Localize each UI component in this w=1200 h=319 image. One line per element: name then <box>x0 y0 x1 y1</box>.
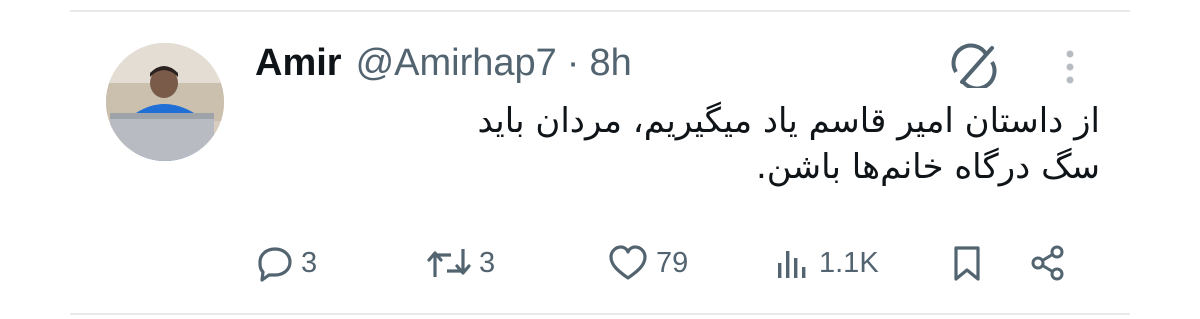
tweet-text: از داستان امیر قاسم یاد میگیریم، مردان ب… <box>340 98 1100 190</box>
like-count: 79 <box>656 246 689 279</box>
action-bar: 3 3 79 1.1K <box>0 238 1200 288</box>
share-button[interactable] <box>1028 238 1068 288</box>
bookmark-button[interactable] <box>947 238 987 288</box>
retweet-icon <box>425 243 473 283</box>
share-icon <box>1028 243 1068 283</box>
reply-button[interactable]: 3 <box>255 238 317 288</box>
bookmark-icon <box>947 243 987 283</box>
reply-icon <box>255 243 295 283</box>
views-count: 1.1K <box>819 246 879 279</box>
retweet-button[interactable]: 3 <box>425 238 495 288</box>
like-icon <box>606 243 650 283</box>
tweet-text-line-1: از داستان امیر قاسم یاد میگیریم، مردان ب… <box>477 101 1100 141</box>
author-handle[interactable]: @Amirhap7 <box>356 42 557 85</box>
like-button[interactable]: 79 <box>606 238 688 288</box>
views-icon <box>773 243 813 283</box>
top-divider <box>70 10 1130 12</box>
more-icon[interactable] <box>1055 48 1085 88</box>
views-button[interactable]: 1.1K <box>773 238 879 288</box>
author-name[interactable]: Amir <box>255 42 342 85</box>
avatar[interactable] <box>106 43 224 161</box>
tweet-header: Amir @Amirhap7 · 8h <box>255 38 632 88</box>
timestamp[interactable]: 8h <box>589 42 631 85</box>
retweet-count: 3 <box>479 246 496 279</box>
bottom-divider <box>70 313 1130 315</box>
tweet-text-line-2: سگ درگاه خانم‌ها باشن. <box>755 147 1100 187</box>
separator-dot: · <box>566 41 580 84</box>
grok-icon[interactable] <box>948 42 1000 91</box>
reply-count: 3 <box>301 246 318 279</box>
